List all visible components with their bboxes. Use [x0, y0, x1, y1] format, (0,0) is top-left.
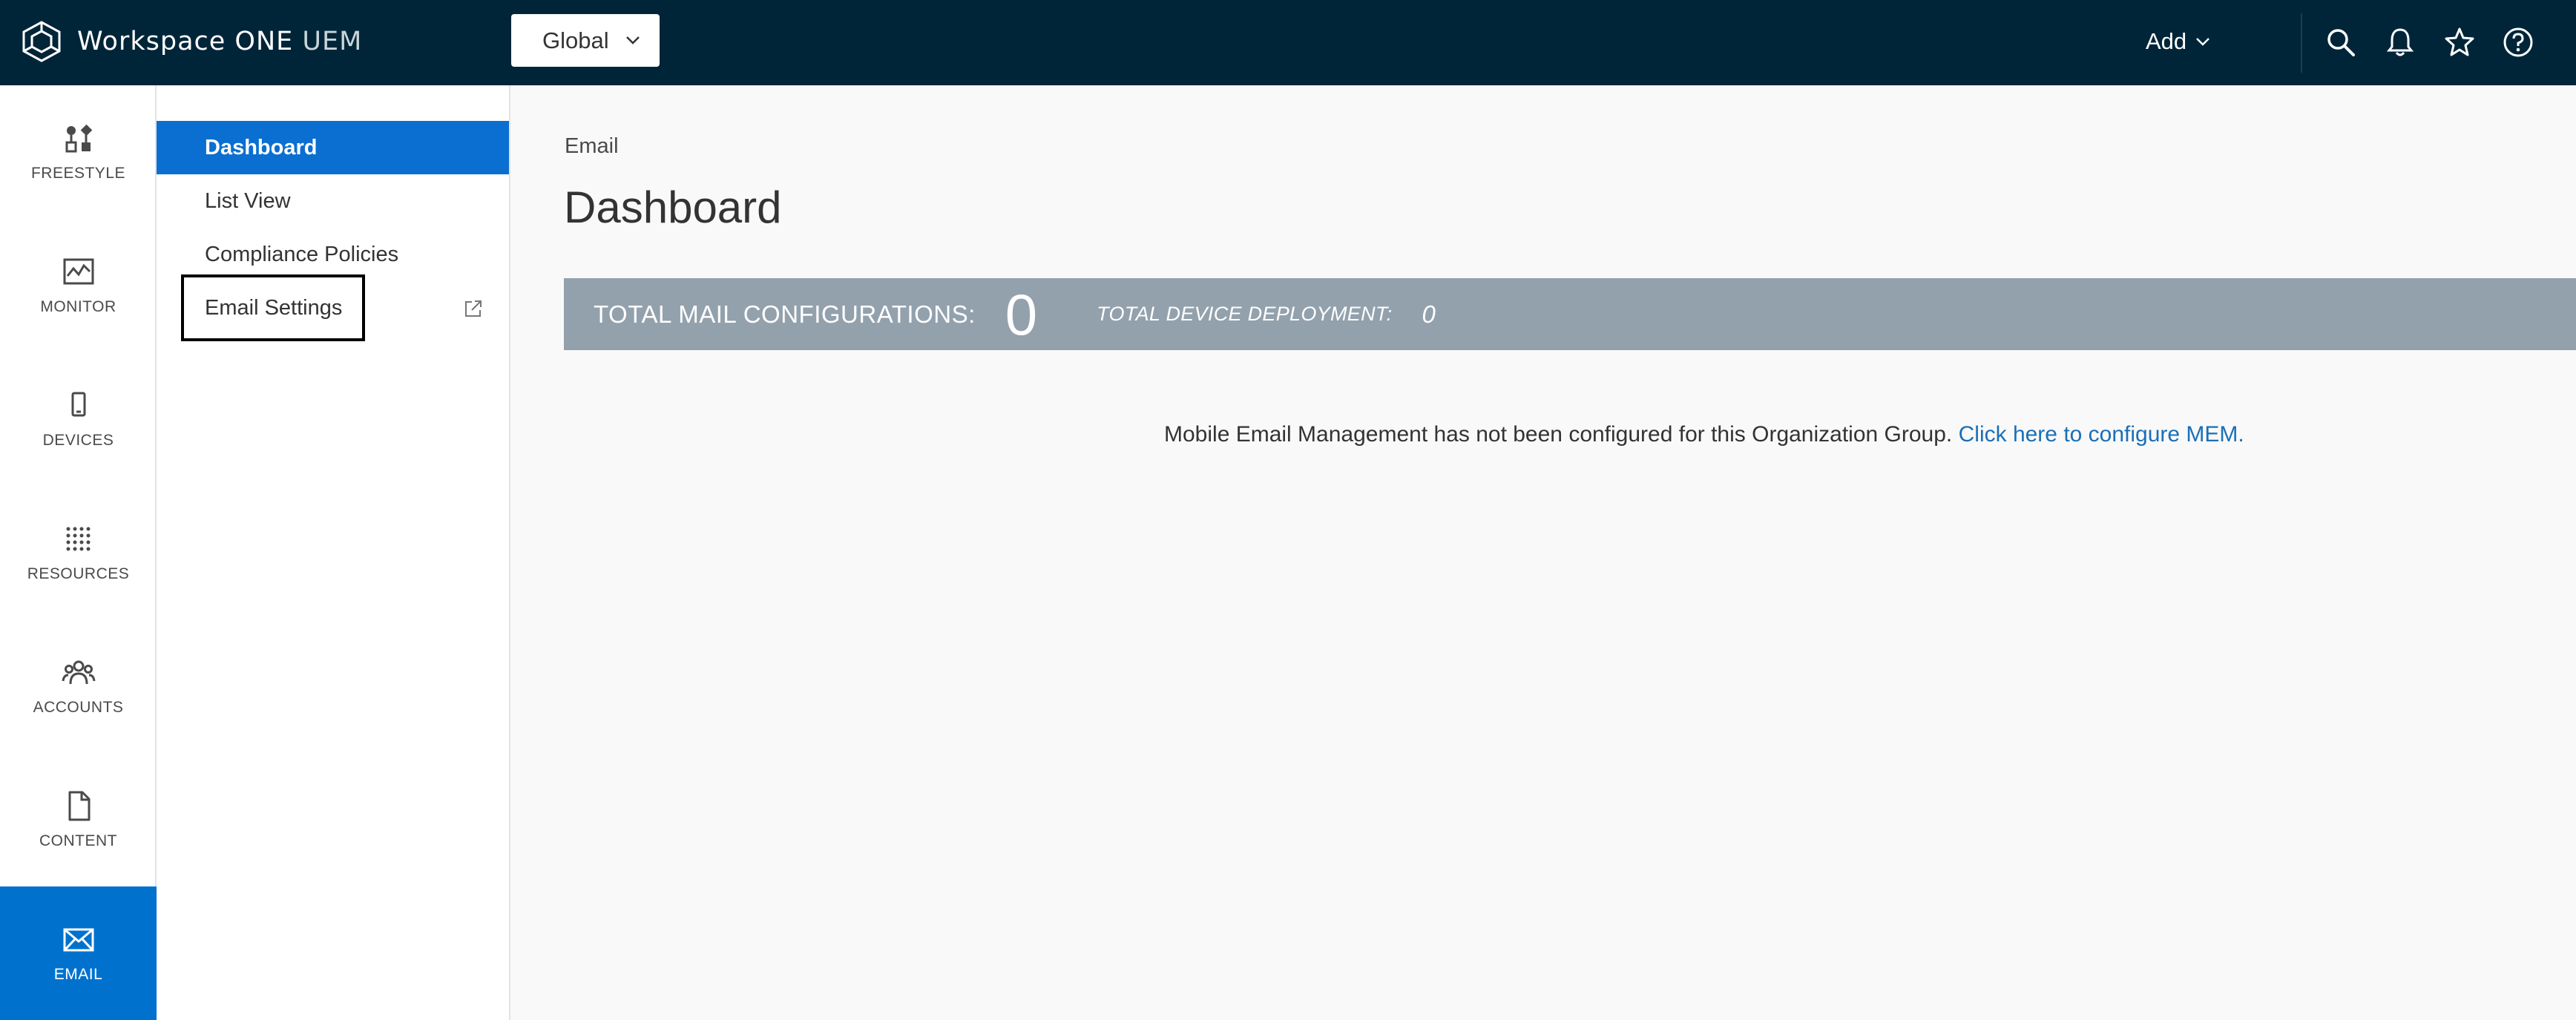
- email-stats-bar: TOTAL MAIL CONFIGURATIONS: 0 TOTAL DEVIC…: [564, 278, 2576, 350]
- monitor-icon: [63, 258, 93, 285]
- total-mail-configurations-value: 0: [1005, 281, 1038, 347]
- envelope-icon: [63, 928, 93, 952]
- empty-message-text: Mobile Email Management has not been con…: [1164, 422, 1953, 447]
- add-label: Add: [2146, 28, 2187, 54]
- device-icon: [71, 392, 85, 417]
- rail-item-label: MONITOR: [40, 298, 116, 315]
- accounts-icon: [62, 660, 95, 685]
- subnav-item-label: List View: [205, 188, 291, 213]
- resources-grid-icon: [66, 527, 90, 551]
- subnav-item-dashboard[interactable]: Dashboard: [157, 121, 509, 174]
- rail-item-freestyle[interactable]: FREESTYLE: [0, 85, 157, 219]
- organization-group-label: Global: [542, 27, 609, 53]
- search-icon[interactable]: [2323, 24, 2359, 60]
- organization-group-selector[interactable]: Global: [511, 14, 660, 67]
- breadcrumb[interactable]: Email: [565, 134, 619, 159]
- page-title: Dashboard: [564, 182, 782, 232]
- brand-name: Workspace ONE UEM: [77, 27, 363, 56]
- chevron-down-icon: [2196, 38, 2210, 46]
- focus-outline: [181, 274, 365, 341]
- total-device-deployment-value: 0: [1422, 300, 1436, 328]
- rail-item-email[interactable]: EMAIL: [0, 886, 157, 1020]
- rail-item-devices[interactable]: DEVICES: [0, 352, 157, 486]
- subnav-item-label: Dashboard: [205, 135, 318, 159]
- brand-logo[interactable]: Workspace ONE UEM: [21, 18, 362, 65]
- rail-item-accounts[interactable]: ACCOUNTS: [0, 619, 157, 753]
- rail-item-label: FREESTYLE: [30, 165, 126, 182]
- rail-item-label: DEVICES: [42, 432, 114, 449]
- add-menu-button[interactable]: Add: [2146, 24, 2210, 59]
- rail-item-content[interactable]: CONTENT: [0, 753, 157, 886]
- subnav-item-email-settings[interactable]: Email Settings: [157, 274, 509, 341]
- chevron-down-icon: [626, 36, 640, 45]
- rail-item-label: EMAIL: [53, 966, 103, 983]
- rail-item-label: CONTENT: [39, 832, 117, 849]
- mem-not-configured-message: Mobile Email Management has not been con…: [1164, 422, 2244, 447]
- header-divider: [2301, 13, 2302, 73]
- bell-icon[interactable]: [2382, 24, 2418, 60]
- rail-item-monitor[interactable]: MONITOR: [0, 219, 157, 352]
- subnav-item-list-view[interactable]: List View: [157, 174, 509, 228]
- subnav-item-label: Compliance Policies: [205, 242, 399, 266]
- rail-item-label: RESOURCES: [27, 565, 130, 582]
- rail-item-label: ACCOUNTS: [33, 699, 124, 716]
- configure-mem-link[interactable]: Click here to configure MEM.: [1959, 422, 2244, 447]
- workspace-one-logo-icon: [22, 21, 61, 62]
- total-device-deployment-label: TOTAL DEVICE DEPLOYMENT:: [1097, 303, 1393, 325]
- total-mail-configurations-label: TOTAL MAIL CONFIGURATIONS:: [594, 300, 976, 328]
- document-icon: [68, 791, 90, 821]
- subnav-item-compliance-policies[interactable]: Compliance Policies: [157, 228, 509, 281]
- star-icon[interactable]: [2442, 24, 2477, 60]
- external-link-icon[interactable]: [463, 298, 484, 319]
- top-navigation-bar: Workspace ONE UEM Global Add: [0, 0, 2576, 85]
- email-sub-navigation: Dashboard List View Compliance Policies …: [157, 85, 510, 1020]
- primary-navigation-rail: FREESTYLE MONITOR DEVICES RESOURCES ACCO…: [0, 85, 157, 1020]
- rail-item-resources[interactable]: RESOURCES: [0, 486, 157, 619]
- freestyle-icon: [65, 124, 92, 153]
- help-icon[interactable]: [2500, 24, 2536, 60]
